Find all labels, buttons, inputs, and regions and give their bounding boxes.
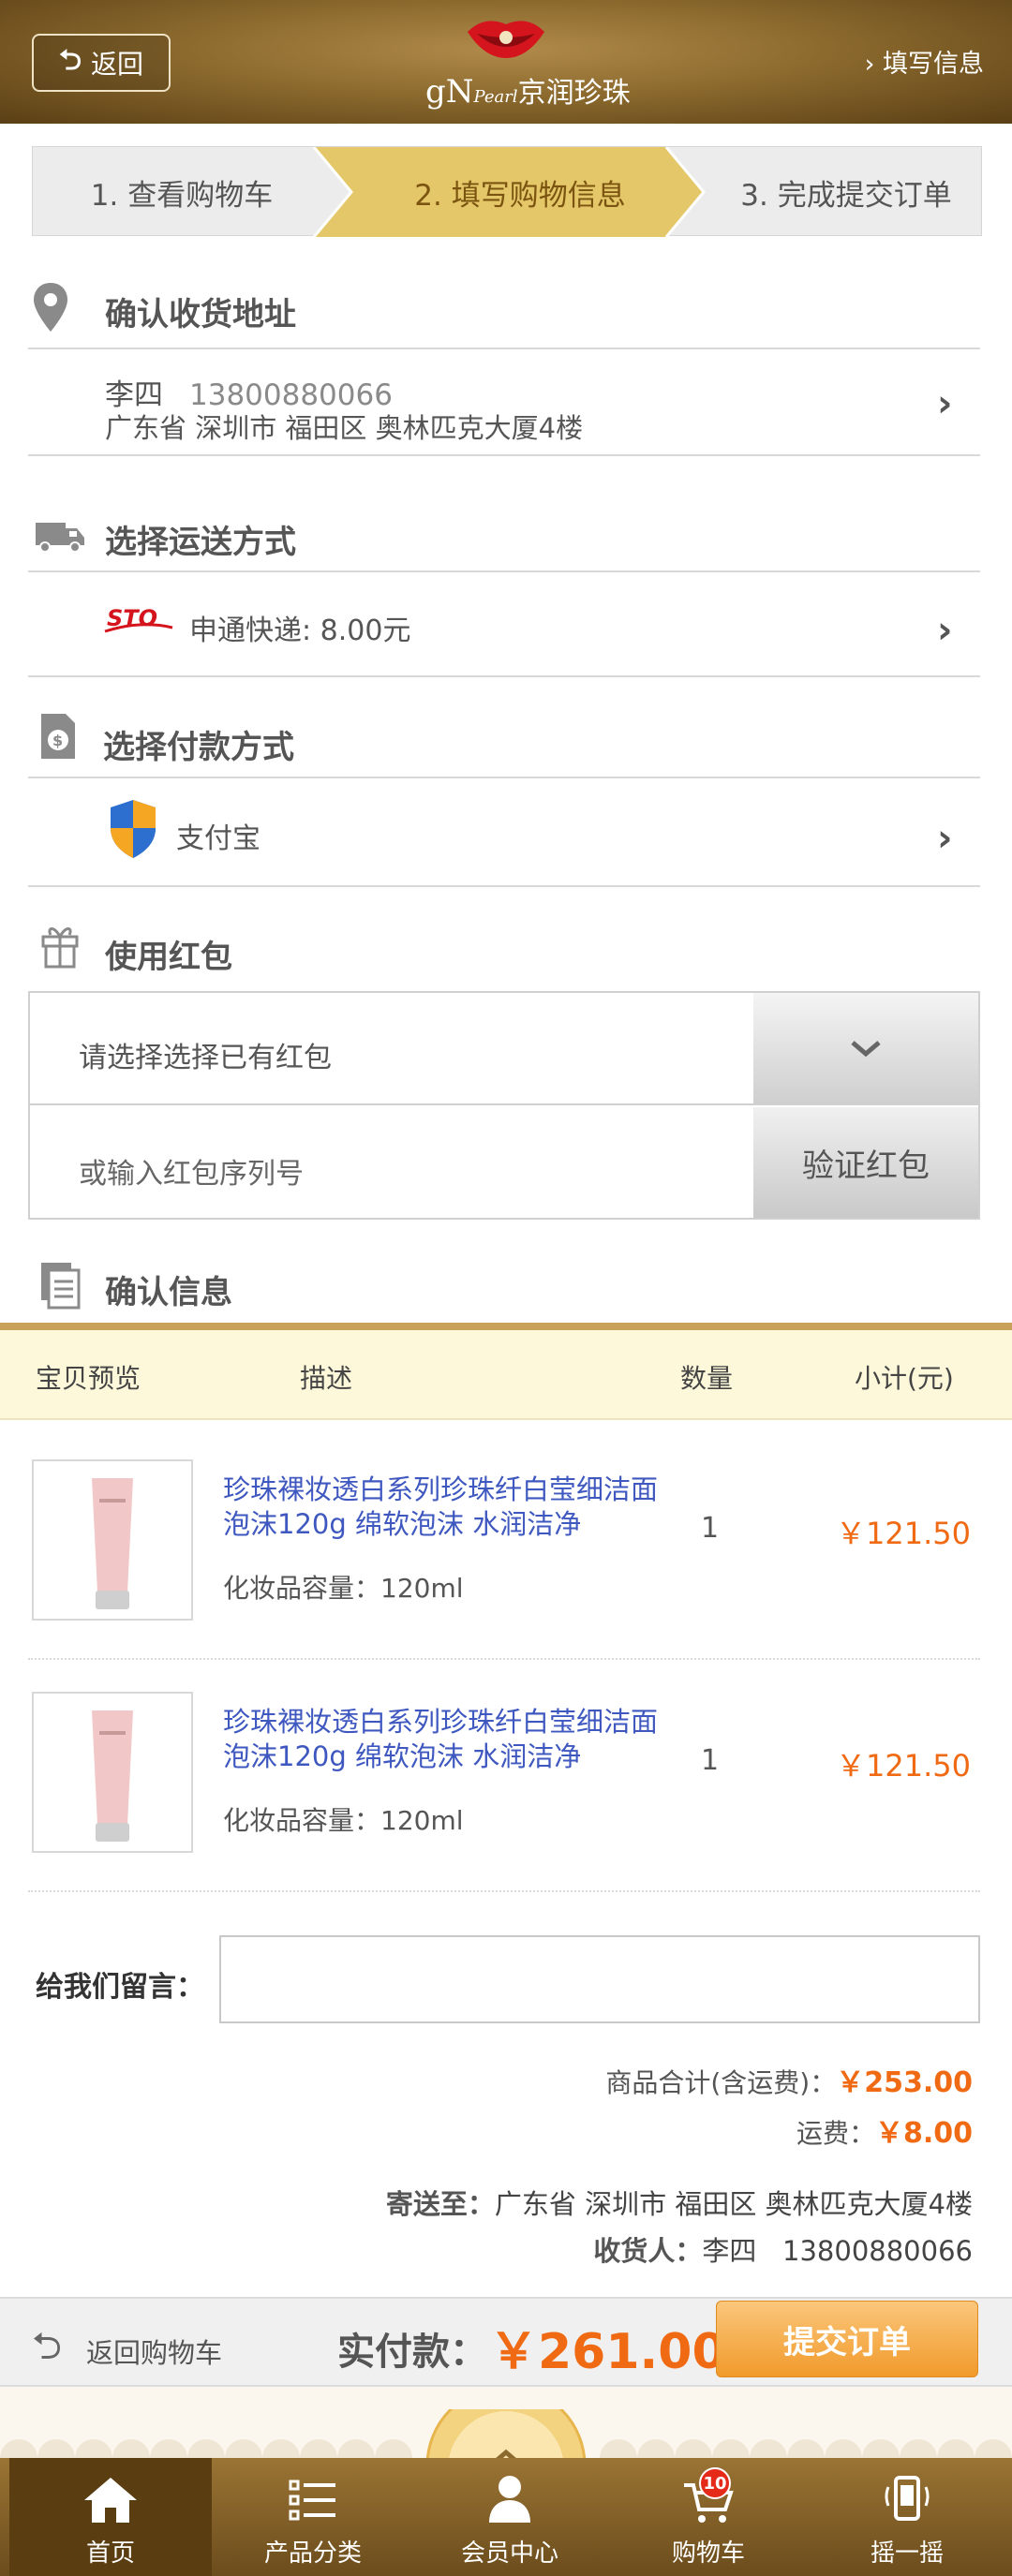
checkout-steps: 1. 查看购物车 2. 填写购物信息 3. 完成提交订单 bbox=[32, 146, 983, 237]
cart-count-badge: 10 bbox=[699, 2467, 731, 2499]
ship-to-summary: 寄送至：广东省 深圳市 福田区 奥林匹克大厦4楼 bbox=[385, 2188, 973, 2220]
divider bbox=[28, 777, 980, 778]
section-bar bbox=[0, 1323, 1012, 1330]
amount-due-value: ￥261.00 bbox=[489, 2324, 726, 2380]
divider bbox=[28, 348, 980, 349]
back-arrow-icon: ⮌ bbox=[58, 43, 82, 77]
product-subtotal: ￥121.50 bbox=[836, 1748, 971, 1784]
user-icon bbox=[489, 2476, 530, 2523]
truck-icon bbox=[36, 523, 84, 553]
list-icon bbox=[289, 2480, 335, 2521]
app-header: ⮌ 返回 gNPearl京润珍珠 › 填写信息 bbox=[0, 0, 1012, 124]
red-packet-dropdown-button[interactable] bbox=[753, 993, 978, 1103]
back-to-cart-button[interactable]: ⮌ 返回购物车 bbox=[32, 2319, 222, 2383]
red-packet-section-title: 使用红包 bbox=[105, 939, 232, 976]
goods-total: 商品合计(含运费)：￥253.00 bbox=[605, 2066, 973, 2099]
column-header-preview: 宝贝预览 bbox=[36, 1363, 141, 1394]
brand-logo[interactable]: gNPearl京润珍珠 bbox=[412, 13, 631, 111]
product-subtotal: ￥121.50 bbox=[836, 1516, 971, 1551]
divider bbox=[28, 454, 980, 456]
product-tube-image bbox=[92, 1710, 133, 1842]
divider bbox=[30, 1103, 978, 1105]
message-label: 给我们留言： bbox=[36, 1971, 204, 2004]
shipping-fee: 运费：￥8.00 bbox=[796, 2117, 973, 2150]
divider bbox=[28, 570, 980, 572]
confirm-section-title: 确认信息 bbox=[105, 1274, 232, 1311]
divider bbox=[28, 885, 980, 887]
chevron-right-icon[interactable]: › bbox=[937, 817, 952, 860]
payment-method-text[interactable]: 支付宝 bbox=[176, 815, 260, 856]
bill-icon: $ bbox=[41, 714, 75, 759]
shipping-section-title: 选择运送方式 bbox=[105, 524, 296, 561]
red-packet-code-input[interactable]: 或输入红包序列号 bbox=[79, 1150, 304, 1192]
nav-category[interactable]: 产品分类 bbox=[212, 2458, 414, 2576]
nav-home-label: 首页 bbox=[85, 2539, 135, 2568]
nav-cart-label: 购物车 bbox=[671, 2539, 745, 2568]
address-line[interactable]: 广东省 深圳市 福田区 奥林匹克大厦4楼 bbox=[105, 407, 583, 446]
logo-wordmark: gNPearl京润珍珠 bbox=[425, 73, 631, 111]
message-input[interactable] bbox=[219, 1935, 980, 2023]
row-divider bbox=[28, 1658, 980, 1660]
step-view-cart[interactable]: 1. 查看购物车 bbox=[33, 147, 331, 237]
column-header-subtotal: 小计(元) bbox=[855, 1363, 954, 1394]
step-submit-order[interactable]: 3. 完成提交订单 bbox=[709, 147, 983, 237]
column-header-quantity: 数量 bbox=[680, 1363, 734, 1394]
divider bbox=[28, 675, 980, 677]
home-icon bbox=[84, 2478, 137, 2523]
nav-home[interactable]: 首页 bbox=[9, 2458, 212, 2576]
product-thumbnail[interactable] bbox=[32, 1692, 193, 1853]
red-packet-select[interactable]: 请选择选择已有红包 bbox=[79, 1034, 332, 1075]
product-name-link[interactable]: 珍珠裸妆透白系列珍珠纤白莹细洁面泡沫120g 绵软泡沫 水润洁净 bbox=[223, 1473, 663, 1542]
chevron-right-icon: › bbox=[864, 50, 875, 79]
back-button[interactable]: ⮌ 返回 bbox=[32, 34, 171, 92]
shipping-method-text[interactable]: 申通快递: 8.00元 bbox=[189, 607, 410, 648]
address-section-title: 确认收货地址 bbox=[105, 296, 296, 333]
verify-red-packet-button[interactable]: 验证红包 bbox=[753, 1107, 978, 1218]
product-quantity: 1 bbox=[701, 1512, 720, 1545]
nav-shake[interactable]: 摇一摇 bbox=[806, 2458, 1008, 2576]
nav-category-label: 产品分类 bbox=[263, 2539, 362, 2568]
submit-order-button[interactable]: 提交订单 bbox=[716, 2301, 978, 2377]
chevron-right-icon[interactable]: › bbox=[937, 382, 952, 425]
svg-text:$: $ bbox=[52, 732, 63, 749]
back-button-label: 返回 bbox=[91, 49, 144, 80]
product-quantity: 1 bbox=[701, 1744, 720, 1777]
row-divider bbox=[28, 1890, 980, 1892]
receiver-summary: 收货人：李四 13800880066 bbox=[593, 2235, 973, 2267]
product-tube-image bbox=[92, 1478, 133, 1609]
column-header-description: 描述 bbox=[300, 1363, 353, 1394]
payment-section-title: 选择付款方式 bbox=[103, 729, 294, 766]
amount-due-label: 实付款： bbox=[337, 2331, 487, 2374]
phone-shake-icon bbox=[885, 2476, 930, 2521]
chevron-down-icon bbox=[851, 1041, 881, 1058]
product-spec: 化妆品容量：120ml bbox=[223, 1805, 464, 1836]
step-fill-info[interactable]: 2. 填写购物信息 bbox=[331, 147, 709, 237]
alipay-shield-icon bbox=[111, 800, 156, 858]
nav-shake-label: 摇一摇 bbox=[870, 2539, 944, 2568]
bottom-navigation: 首页 产品分类 会员中心 10 购物车 摇一摇 bbox=[0, 2458, 1012, 2576]
document-list-icon bbox=[41, 1263, 81, 1310]
nav-member-label: 会员中心 bbox=[460, 2539, 558, 2568]
location-pin-icon bbox=[34, 283, 67, 332]
return-arrow-icon: ⮌ bbox=[32, 2325, 63, 2368]
product-spec: 化妆品容量：120ml bbox=[223, 1573, 464, 1604]
sto-express-logo-icon: STO bbox=[104, 605, 173, 633]
header-fill-info-link[interactable]: › 填写信息 bbox=[865, 43, 984, 80]
gift-icon bbox=[41, 927, 79, 969]
lips-logo-icon bbox=[468, 21, 544, 58]
product-name-link[interactable]: 珍珠裸妆透白系列珍珠纤白莹细洁面泡沫120g 绵软泡沫 水润洁净 bbox=[223, 1705, 663, 1774]
nav-member-center[interactable]: 会员中心 bbox=[409, 2458, 611, 2576]
chevron-right-icon[interactable]: › bbox=[937, 609, 952, 652]
product-thumbnail[interactable] bbox=[32, 1459, 193, 1621]
nav-cart[interactable]: 10 购物车 bbox=[607, 2458, 810, 2576]
